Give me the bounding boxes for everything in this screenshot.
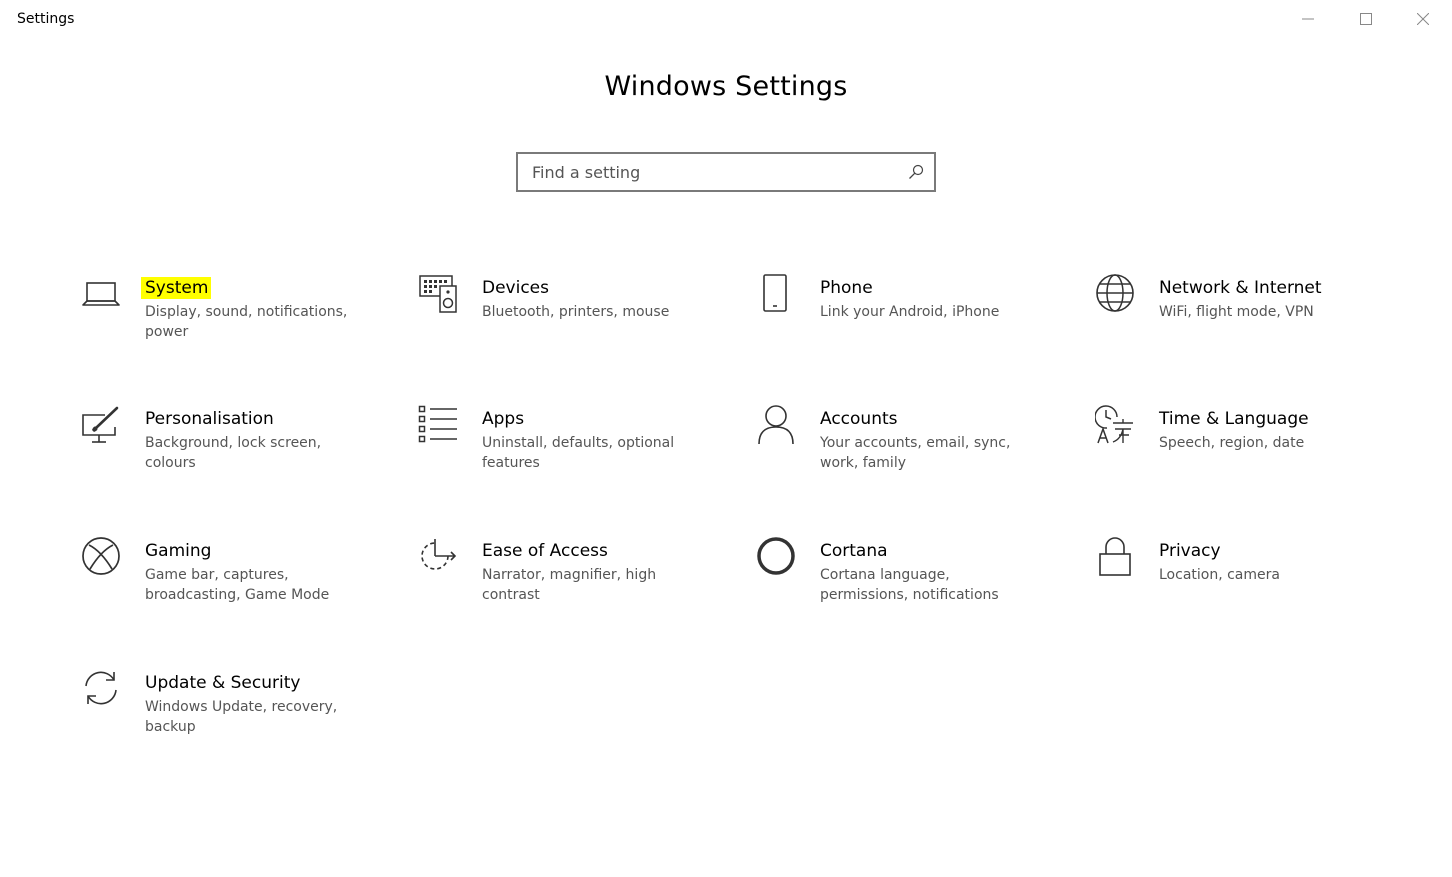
tile-title: Devices <box>482 278 549 298</box>
tile-description: Bluetooth, printers, mouse <box>482 304 670 320</box>
tile-phone[interactable]: Phone Link your Android, iPhone <box>756 274 1056 364</box>
tile-privacy[interactable]: Privacy Location, camera <box>1095 537 1395 627</box>
tile-description: Windows Update, recovery, backup <box>145 699 338 735</box>
tile-cortana[interactable]: Cortana Cortana language, permissions, n… <box>756 537 1056 627</box>
ease-of-access-icon <box>418 537 458 577</box>
tile-update-security[interactable]: Update & Security Windows Update, recove… <box>81 669 381 759</box>
tile-accounts[interactable]: Accounts Your accounts, email, sync, wor… <box>756 405 1056 495</box>
search-box[interactable] <box>516 152 936 192</box>
phone-icon <box>756 274 796 314</box>
maximize-button[interactable] <box>1343 0 1389 38</box>
tile-gaming[interactable]: Gaming Game bar, captures, broadcasting,… <box>81 537 381 627</box>
paintbrush-monitor-icon <box>81 405 121 445</box>
tile-description: Game bar, captures, broadcasting, Game M… <box>145 567 330 603</box>
tile-description: Narrator, magnifier, high contrast <box>482 567 657 603</box>
tile-ease-of-access[interactable]: Ease of Access Narrator, magnifier, high… <box>418 537 718 627</box>
tile-title: Network & Internet <box>1159 278 1322 298</box>
window-title: Settings <box>17 11 75 27</box>
tile-personalisation[interactable]: Personalisation Background, lock screen,… <box>81 405 381 495</box>
keyboard-speaker-icon <box>418 274 458 314</box>
tile-description: Link your Android, iPhone <box>820 304 1000 320</box>
close-button[interactable] <box>1400 0 1446 38</box>
tile-title: Apps <box>482 409 525 429</box>
tile-title: System <box>141 277 212 299</box>
globe-icon <box>1095 274 1135 314</box>
tile-system[interactable]: System Display, sound, notifications, po… <box>81 274 381 364</box>
search-input[interactable] <box>518 154 898 190</box>
xbox-icon <box>81 537 121 577</box>
maximize-icon <box>1360 13 1372 25</box>
tile-title: Gaming <box>145 541 212 561</box>
close-icon <box>1417 13 1429 25</box>
lock-icon <box>1095 537 1135 577</box>
clock-language-icon <box>1095 405 1135 445</box>
person-icon <box>756 405 796 445</box>
tile-title: Personalisation <box>145 409 274 429</box>
title-bar[interactable]: Settings <box>0 0 1452 40</box>
tile-description: Uninstall, defaults, optional features <box>482 435 675 471</box>
sync-arrows-icon <box>81 669 121 709</box>
tile-title: Phone <box>820 278 873 298</box>
tile-apps[interactable]: Apps Uninstall, defaults, optional featu… <box>418 405 718 495</box>
tile-title: Update & Security <box>145 673 301 693</box>
settings-window: Settings Windows Settings System Display… <box>0 0 1452 877</box>
tile-title: Privacy <box>1159 541 1221 561</box>
tile-description: Display, sound, notifications, power <box>145 304 348 340</box>
tile-description: Background, lock screen, colours <box>145 435 322 471</box>
tile-title: Cortana <box>820 541 888 561</box>
apps-list-icon <box>418 405 458 445</box>
tile-description: Speech, region, date <box>1159 435 1305 451</box>
tile-description: Cortana language, permissions, notificat… <box>820 567 999 603</box>
tile-description: Location, camera <box>1159 567 1280 583</box>
tile-description: Your accounts, email, sync, work, family <box>820 435 1011 471</box>
page-title: Windows Settings <box>604 71 848 102</box>
tile-devices[interactable]: Devices Bluetooth, printers, mouse <box>418 274 718 364</box>
cortana-circle-icon <box>756 537 796 577</box>
minimize-button[interactable] <box>1285 0 1331 38</box>
tile-time-language[interactable]: Time & Language Speech, region, date <box>1095 405 1395 495</box>
tile-description: WiFi, flight mode, VPN <box>1159 304 1314 320</box>
tile-title: Ease of Access <box>482 541 608 561</box>
tile-title: Accounts <box>820 409 898 429</box>
tile-title: Time & Language <box>1159 409 1309 429</box>
laptop-icon <box>81 274 121 314</box>
tile-network-internet[interactable]: Network & Internet WiFi, flight mode, VP… <box>1095 274 1395 364</box>
minimize-icon <box>1302 18 1314 20</box>
search-icon[interactable] <box>908 164 924 180</box>
